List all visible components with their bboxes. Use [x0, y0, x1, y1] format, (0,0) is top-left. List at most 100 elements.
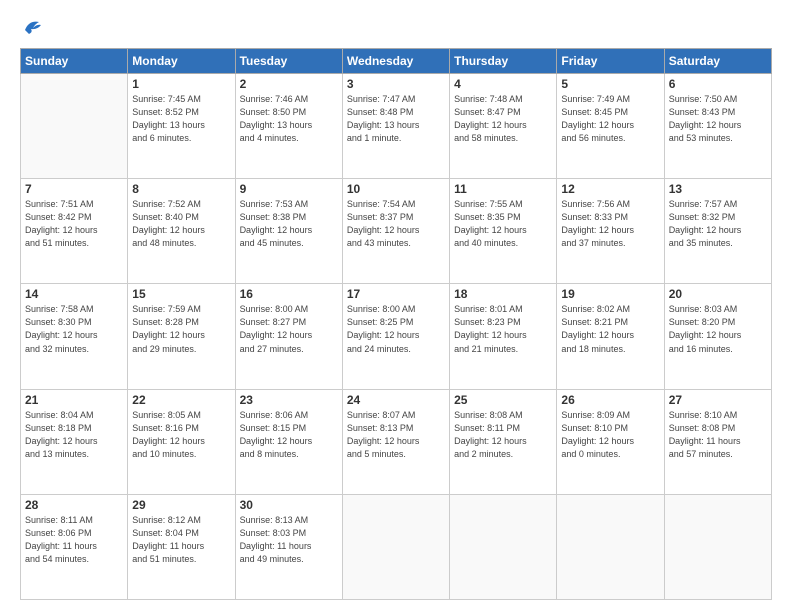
day-number: 1: [132, 77, 230, 91]
day-number: 30: [240, 498, 338, 512]
calendar-cell: 30 Sunrise: 8:13 AM Sunset: 8:03 PM Dayli…: [235, 494, 342, 599]
day-header-wednesday: Wednesday: [342, 49, 449, 74]
calendar-cell: 6 Sunrise: 7:50 AM Sunset: 8:43 PM Daylig…: [664, 74, 771, 179]
day-number: 18: [454, 287, 552, 301]
calendar-cell: 25 Sunrise: 8:08 AM Sunset: 8:11 PM Dayli…: [450, 389, 557, 494]
day-info: Sunrise: 7:51 AM Sunset: 8:42 PM Dayligh…: [25, 198, 123, 250]
day-number: 24: [347, 393, 445, 407]
day-number: 10: [347, 182, 445, 196]
day-number: 28: [25, 498, 123, 512]
calendar-cell: [450, 494, 557, 599]
day-number: 16: [240, 287, 338, 301]
day-info: Sunrise: 7:46 AM Sunset: 8:50 PM Dayligh…: [240, 93, 338, 145]
day-number: 8: [132, 182, 230, 196]
calendar-cell: 20 Sunrise: 8:03 AM Sunset: 8:20 PM Dayli…: [664, 284, 771, 389]
day-number: 26: [561, 393, 659, 407]
week-row-4: 28 Sunrise: 8:11 AM Sunset: 8:06 PM Dayli…: [21, 494, 772, 599]
day-number: 21: [25, 393, 123, 407]
calendar-cell: 24 Sunrise: 8:07 AM Sunset: 8:13 PM Dayli…: [342, 389, 449, 494]
week-row-0: 1 Sunrise: 7:45 AM Sunset: 8:52 PM Daylig…: [21, 74, 772, 179]
day-info: Sunrise: 8:08 AM Sunset: 8:11 PM Dayligh…: [454, 409, 552, 461]
day-info: Sunrise: 8:03 AM Sunset: 8:20 PM Dayligh…: [669, 303, 767, 355]
day-info: Sunrise: 8:13 AM Sunset: 8:03 PM Dayligh…: [240, 514, 338, 566]
day-info: Sunrise: 8:04 AM Sunset: 8:18 PM Dayligh…: [25, 409, 123, 461]
calendar-cell: 18 Sunrise: 8:01 AM Sunset: 8:23 PM Dayli…: [450, 284, 557, 389]
day-number: 15: [132, 287, 230, 301]
calendar-cell: 17Sunrise: 8:00 AM Sunset: 8:25 PM Dayli…: [342, 284, 449, 389]
calendar-cell: 1 Sunrise: 7:45 AM Sunset: 8:52 PM Daylig…: [128, 74, 235, 179]
day-info: Sunrise: 8:05 AM Sunset: 8:16 PM Dayligh…: [132, 409, 230, 461]
day-info: Sunrise: 7:50 AM Sunset: 8:43 PM Dayligh…: [669, 93, 767, 145]
day-info: Sunrise: 7:56 AM Sunset: 8:33 PM Dayligh…: [561, 198, 659, 250]
calendar-cell: 3 Sunrise: 7:47 AM Sunset: 8:48 PM Daylig…: [342, 74, 449, 179]
day-info: Sunrise: 8:00 AM Sunset: 8:27 PM Dayligh…: [240, 303, 338, 355]
logo: [20, 16, 43, 38]
day-header-friday: Friday: [557, 49, 664, 74]
day-number: 14: [25, 287, 123, 301]
calendar-cell: 4 Sunrise: 7:48 AM Sunset: 8:47 PM Daylig…: [450, 74, 557, 179]
calendar-cell: 22 Sunrise: 8:05 AM Sunset: 8:16 PM Dayli…: [128, 389, 235, 494]
day-info: Sunrise: 7:52 AM Sunset: 8:40 PM Dayligh…: [132, 198, 230, 250]
calendar-cell: [342, 494, 449, 599]
day-number: 22: [132, 393, 230, 407]
day-number: 9: [240, 182, 338, 196]
week-row-2: 14 Sunrise: 7:58 AM Sunset: 8:30 PM Dayli…: [21, 284, 772, 389]
day-info: Sunrise: 8:06 AM Sunset: 8:15 PM Dayligh…: [240, 409, 338, 461]
day-number: 20: [669, 287, 767, 301]
day-number: 19: [561, 287, 659, 301]
calendar-cell: 2 Sunrise: 7:46 AM Sunset: 8:50 PM Daylig…: [235, 74, 342, 179]
day-number: 27: [669, 393, 767, 407]
day-info: Sunrise: 8:09 AM Sunset: 8:10 PM Dayligh…: [561, 409, 659, 461]
calendar-cell: 28 Sunrise: 8:11 AM Sunset: 8:06 PM Dayli…: [21, 494, 128, 599]
calendar-cell: 12Sunrise: 7:56 AM Sunset: 8:33 PM Dayli…: [557, 179, 664, 284]
day-number: 13: [669, 182, 767, 196]
calendar-cell: 11Sunrise: 7:55 AM Sunset: 8:35 PM Dayli…: [450, 179, 557, 284]
day-number: 2: [240, 77, 338, 91]
day-info: Sunrise: 7:54 AM Sunset: 8:37 PM Dayligh…: [347, 198, 445, 250]
calendar-cell: [21, 74, 128, 179]
day-info: Sunrise: 7:45 AM Sunset: 8:52 PM Dayligh…: [132, 93, 230, 145]
day-info: Sunrise: 7:55 AM Sunset: 8:35 PM Dayligh…: [454, 198, 552, 250]
calendar-cell: 27Sunrise: 8:10 AM Sunset: 8:08 PM Dayli…: [664, 389, 771, 494]
calendar-page: SundayMondayTuesdayWednesdayThursdayFrid…: [0, 0, 792, 612]
day-info: Sunrise: 8:07 AM Sunset: 8:13 PM Dayligh…: [347, 409, 445, 461]
calendar-cell: 23Sunrise: 8:06 AM Sunset: 8:15 PM Dayli…: [235, 389, 342, 494]
calendar-cell: 9 Sunrise: 7:53 AM Sunset: 8:38 PM Daylig…: [235, 179, 342, 284]
calendar-cell: 7 Sunrise: 7:51 AM Sunset: 8:42 PM Daylig…: [21, 179, 128, 284]
day-info: Sunrise: 8:02 AM Sunset: 8:21 PM Dayligh…: [561, 303, 659, 355]
calendar-cell: 16 Sunrise: 8:00 AM Sunset: 8:27 PM Dayli…: [235, 284, 342, 389]
day-header-tuesday: Tuesday: [235, 49, 342, 74]
calendar-cell: [664, 494, 771, 599]
calendar-cell: 19 Sunrise: 8:02 AM Sunset: 8:21 PM Dayli…: [557, 284, 664, 389]
day-header-thursday: Thursday: [450, 49, 557, 74]
calendar-cell: 26 Sunrise: 8:09 AM Sunset: 8:10 PM Dayli…: [557, 389, 664, 494]
calendar-cell: 13 Sunrise: 7:57 AM Sunset: 8:32 PM Dayli…: [664, 179, 771, 284]
day-info: Sunrise: 7:47 AM Sunset: 8:48 PM Dayligh…: [347, 93, 445, 145]
day-number: 4: [454, 77, 552, 91]
day-number: 3: [347, 77, 445, 91]
calendar-table: SundayMondayTuesdayWednesdayThursdayFrid…: [20, 48, 772, 600]
calendar-cell: 5Sunrise: 7:49 AM Sunset: 8:45 PM Daylig…: [557, 74, 664, 179]
day-number: 25: [454, 393, 552, 407]
day-number: 29: [132, 498, 230, 512]
day-info: Sunrise: 8:00 AM Sunset: 8:25 PM Dayligh…: [347, 303, 445, 355]
calendar-cell: 21 Sunrise: 8:04 AM Sunset: 8:18 PM Dayli…: [21, 389, 128, 494]
logo-bird-icon: [21, 16, 43, 38]
day-info: Sunrise: 8:11 AM Sunset: 8:06 PM Dayligh…: [25, 514, 123, 566]
header-row: SundayMondayTuesdayWednesdayThursdayFrid…: [21, 49, 772, 74]
day-info: Sunrise: 7:59 AM Sunset: 8:28 PM Dayligh…: [132, 303, 230, 355]
header: [20, 16, 772, 38]
day-info: Sunrise: 8:01 AM Sunset: 8:23 PM Dayligh…: [454, 303, 552, 355]
day-number: 6: [669, 77, 767, 91]
calendar-cell: 14 Sunrise: 7:58 AM Sunset: 8:30 PM Dayli…: [21, 284, 128, 389]
day-header-sunday: Sunday: [21, 49, 128, 74]
day-number: 5: [561, 77, 659, 91]
day-info: Sunrise: 7:58 AM Sunset: 8:30 PM Dayligh…: [25, 303, 123, 355]
day-info: Sunrise: 7:57 AM Sunset: 8:32 PM Dayligh…: [669, 198, 767, 250]
day-info: Sunrise: 7:53 AM Sunset: 8:38 PM Dayligh…: [240, 198, 338, 250]
day-number: 7: [25, 182, 123, 196]
calendar-cell: 10 Sunrise: 7:54 AM Sunset: 8:37 PM Dayli…: [342, 179, 449, 284]
calendar-cell: 8 Sunrise: 7:52 AM Sunset: 8:40 PM Daylig…: [128, 179, 235, 284]
day-info: Sunrise: 7:48 AM Sunset: 8:47 PM Dayligh…: [454, 93, 552, 145]
calendar-cell: 15 Sunrise: 7:59 AM Sunset: 8:28 PM Dayli…: [128, 284, 235, 389]
